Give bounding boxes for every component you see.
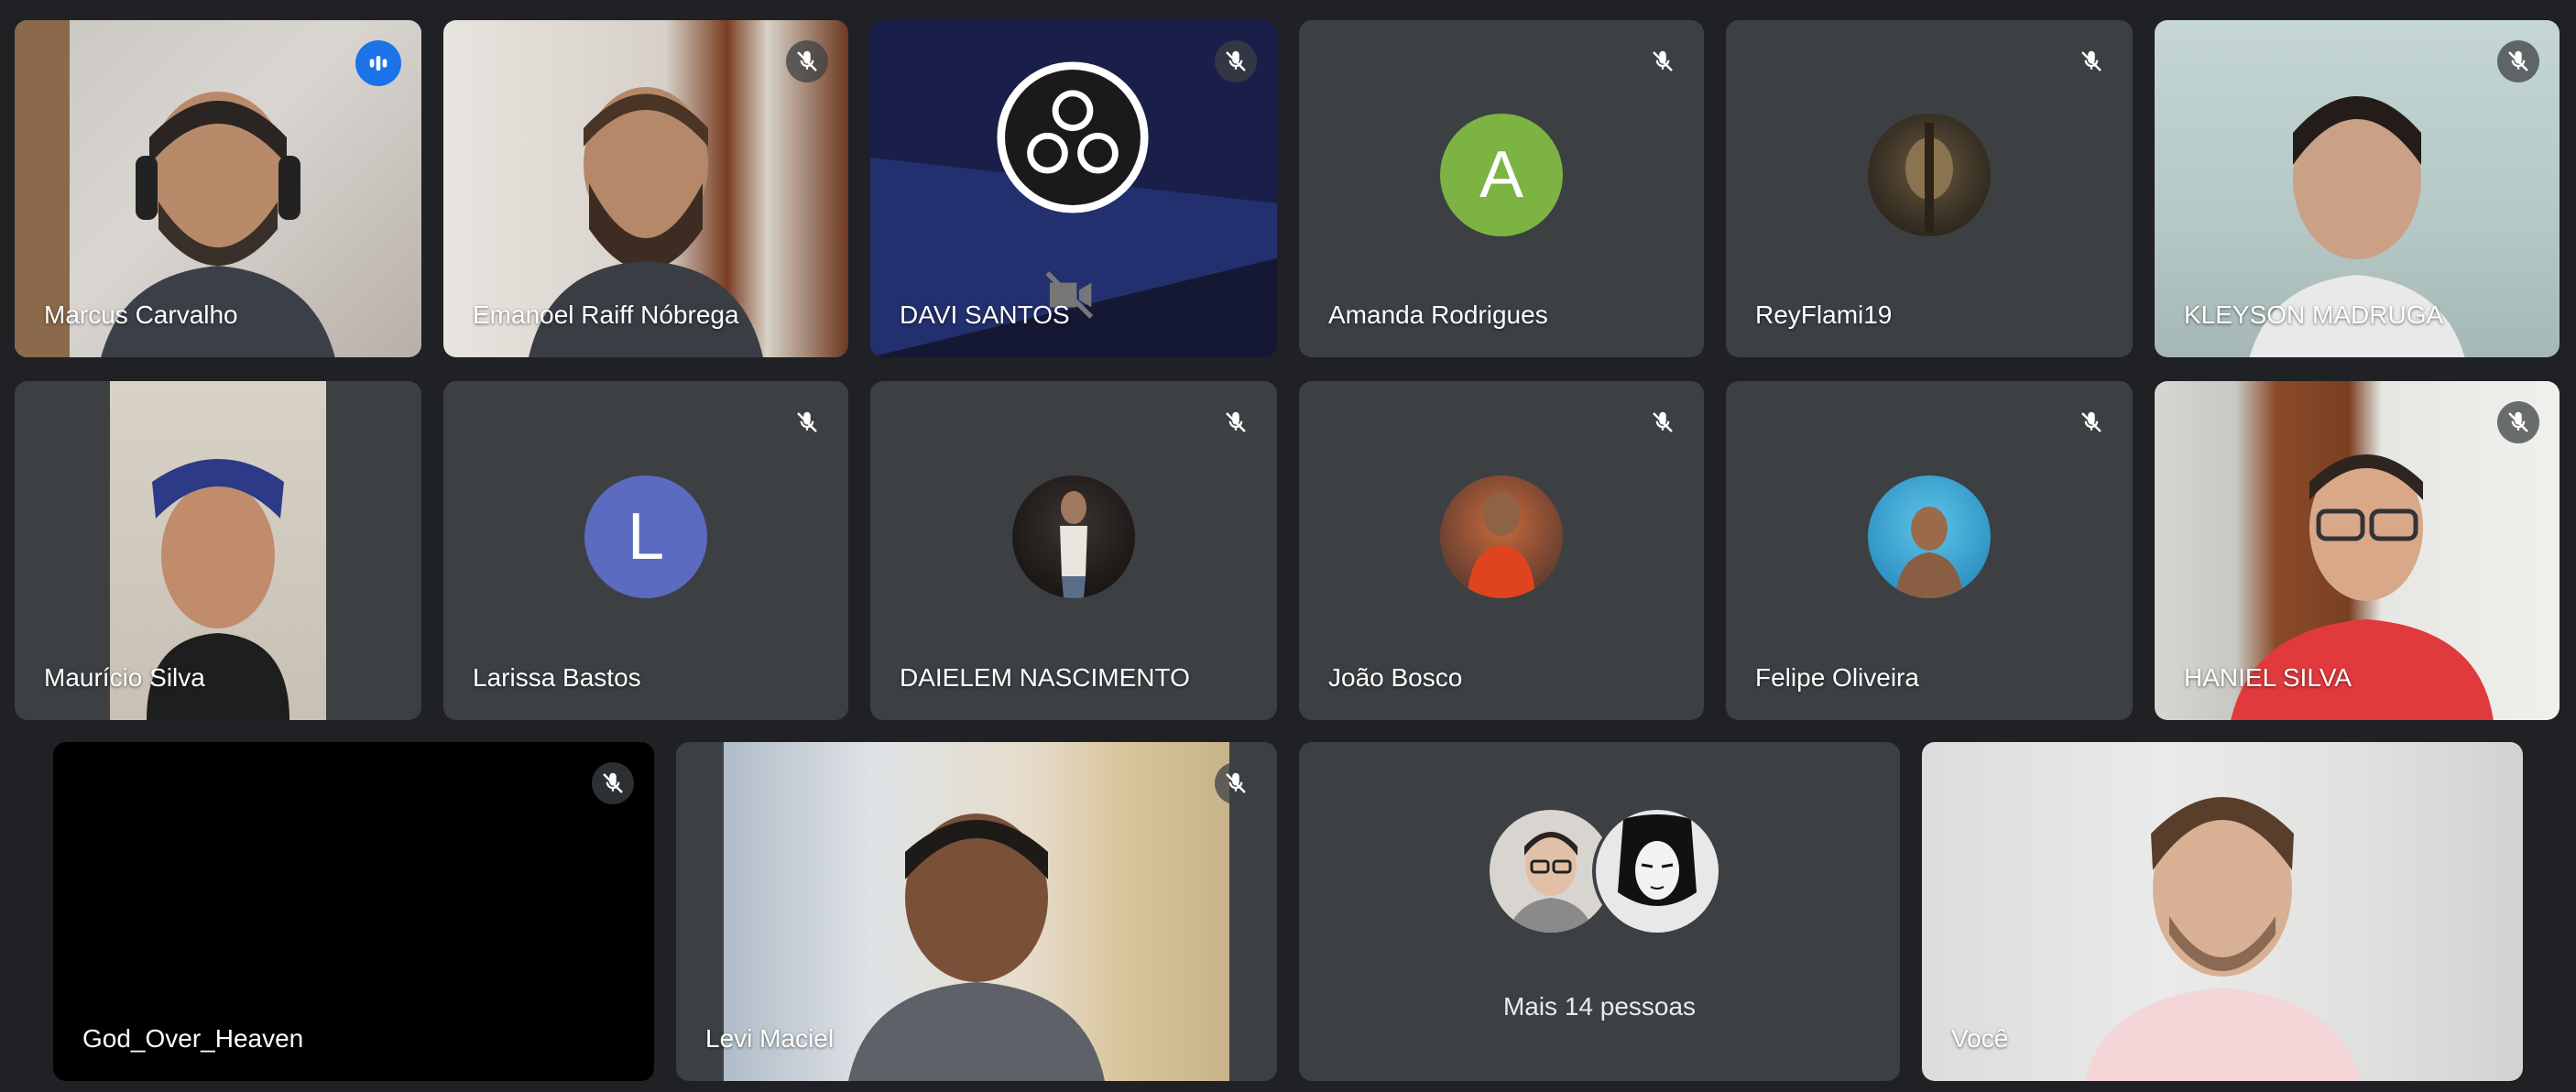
mic-off-icon: [1642, 40, 1684, 82]
mic-off-icon: [2070, 40, 2112, 82]
avatar: [1490, 810, 1612, 933]
avatar: [1012, 475, 1135, 598]
avatar: L: [584, 475, 707, 598]
participant-tile-haniel-silva[interactable]: HANIEL SILVA: [2155, 381, 2560, 720]
mic-off-icon: [2497, 40, 2539, 82]
participant-name: Levi Maciel: [705, 1024, 835, 1053]
participant-tile-levi-maciel[interactable]: Levi Maciel: [676, 742, 1277, 1081]
participant-tile-larissa-bastos[interactable]: L Larissa Bastos: [443, 381, 848, 720]
participant-name: KLEYSON MADRUGA: [2184, 300, 2444, 329]
participant-name: DAVI SANTOS: [900, 300, 1070, 329]
avatar: A: [1440, 114, 1563, 236]
mic-off-icon: [2497, 401, 2539, 443]
participant-name: God_Over_Heaven: [82, 1024, 304, 1053]
participant-name: Felipe Oliveira: [1755, 663, 1919, 692]
mic-off-icon: [1215, 762, 1257, 804]
mic-off-icon: [2070, 401, 2112, 443]
mic-off-icon: [1215, 401, 1257, 443]
mic-off-icon: [592, 762, 634, 804]
mic-off-icon: [1642, 401, 1684, 443]
participant-name: Amanda Rodrigues: [1328, 300, 1548, 329]
participant-tile-kleyson-madruga[interactable]: KLEYSON MADRUGA: [2155, 20, 2560, 357]
participant-name: Você: [1951, 1024, 2009, 1053]
participant-name: DAIELEM NASCIMENTO: [900, 663, 1190, 692]
participant-tile-davi-santos[interactable]: DAVI SANTOS: [870, 20, 1277, 357]
participant-name: ReyFlami19: [1755, 300, 1893, 329]
participant-tile-marcus-carvalho[interactable]: Marcus Carvalho: [15, 20, 421, 357]
participant-name: HANIEL SILVA: [2184, 663, 2352, 692]
participant-name: Marcus Carvalho: [44, 300, 238, 329]
participant-tile-god-over-heaven[interactable]: God_Over_Heaven: [53, 742, 654, 1081]
participant-tile-joao-bosco[interactable]: João Bosco: [1299, 381, 1704, 720]
avatar: [1440, 475, 1563, 598]
more-participants-tile[interactable]: Mais 14 pessoas: [1299, 742, 1900, 1081]
participant-tile-emanoel[interactable]: Emanoel Raiff Nóbrega: [443, 20, 848, 357]
participant-tile-daielem-nascimento[interactable]: DAIELEM NASCIMENTO: [870, 381, 1277, 720]
participant-video-silhouette: [2085, 797, 2360, 1081]
participant-tile-self[interactable]: Você: [1922, 742, 2523, 1081]
audio-level-icon: [355, 40, 401, 86]
participant-name: Maurício Silva: [44, 663, 205, 692]
participant-name: Emanoel Raiff Nóbrega: [473, 300, 739, 329]
avatar: [1596, 810, 1719, 933]
participant-tile-felipe-oliveira[interactable]: Felipe Oliveira: [1726, 381, 2133, 720]
participant-tile-amanda-rodrigues[interactable]: A Amanda Rodrigues: [1299, 20, 1704, 357]
obs-logo: [997, 61, 1149, 213]
avatar: [1868, 114, 1991, 236]
participant-tile-reyflami19[interactable]: ReyFlami19: [1726, 20, 2133, 357]
participant-name: João Bosco: [1328, 663, 1463, 692]
mic-off-icon: [1215, 40, 1257, 82]
mic-off-icon: [786, 401, 828, 443]
avatar: [1868, 475, 1991, 598]
mic-off-icon: [786, 40, 828, 82]
participant-name: Larissa Bastos: [473, 663, 641, 692]
participant-tile-mauricio-silva[interactable]: Maurício Silva: [15, 381, 421, 720]
more-participants-label: Mais 14 pessoas: [1502, 992, 1697, 1021]
